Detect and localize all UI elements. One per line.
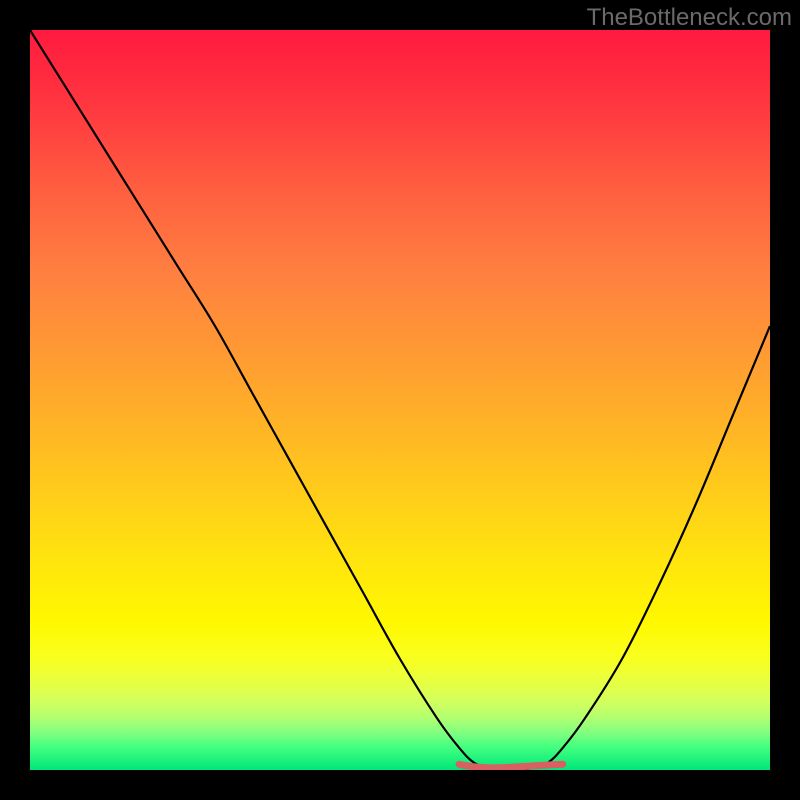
optimal-range-marker bbox=[459, 764, 563, 768]
chart-container: TheBottleneck.com bbox=[0, 0, 800, 800]
chart-svg bbox=[30, 30, 770, 770]
watermark-text: TheBottleneck.com bbox=[587, 4, 792, 32]
chart-plot-area bbox=[30, 30, 770, 770]
bottleneck-curve bbox=[30, 30, 770, 770]
